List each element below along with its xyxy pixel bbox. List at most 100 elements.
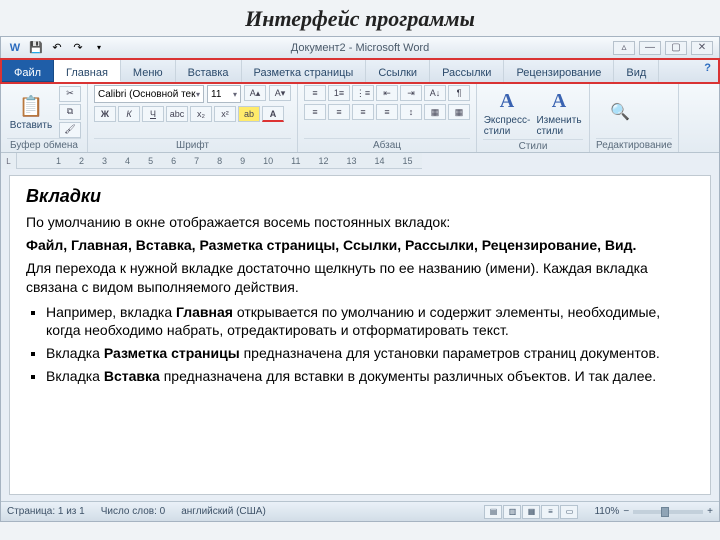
ruler-mark: 8 [217,156,222,166]
group-styles-label: Стили [483,139,583,152]
format-painter-icon[interactable]: 🖌 [59,122,81,138]
tab-review[interactable]: Рецензирование [504,59,614,82]
web-layout-icon[interactable]: ▦ [522,505,540,519]
underline-icon[interactable]: Ч [142,106,164,122]
tab-insert[interactable]: Вставка [176,59,242,82]
group-font: Calibri (Основной тек 11 A▴ A▾ Ж К Ч abc… [88,83,298,152]
ruler-mark: 4 [125,156,130,166]
window-title: Документ2 - Microsoft Word [113,42,607,54]
indent-right-icon[interactable]: ⇥ [400,85,422,101]
shrink-font-icon[interactable]: A▾ [269,85,291,101]
numbering-icon[interactable]: 1≡ [328,85,350,101]
borders-icon[interactable]: ▦ [448,104,470,120]
status-lang[interactable]: английский (США) [181,506,266,517]
justify-icon[interactable]: ≡ [376,104,398,120]
tab-file[interactable]: Файл [1,59,54,82]
doc-bullet-2: Вкладка Разметка страницы предназначена … [46,344,694,363]
paste-label: Вставить [10,120,52,131]
word-icon: W [7,40,23,56]
ribbon-tabs: Файл Главная Меню Вставка Разметка стран… [1,59,719,83]
quick-styles-icon: A [493,87,521,115]
zoom-slider[interactable] [633,510,703,514]
t: Вкладка [46,368,104,384]
tab-layout[interactable]: Разметка страницы [242,59,367,82]
status-page[interactable]: Страница: 1 из 1 [7,506,85,517]
find-button[interactable]: 🔍 [596,96,644,128]
ruler-mark: 15 [403,156,413,166]
close-button[interactable]: ✕ [691,41,713,55]
indent-left-icon[interactable]: ⇤ [376,85,398,101]
status-bar: Страница: 1 из 1 Число слов: 0 английски… [1,501,719,521]
doc-bullet-1: Например, вкладка Главная открывается по… [46,303,694,341]
ruler-mark: 2 [79,156,84,166]
ruler-corner-icon[interactable]: L [1,153,17,169]
group-font-label: Шрифт [94,138,291,151]
align-center-icon[interactable]: ≡ [328,104,350,120]
horizontal-ruler[interactable]: 1 2 3 4 5 6 7 8 9 10 11 12 13 14 15 [17,153,422,169]
ruler-mark: 14 [375,156,385,166]
cut-icon[interactable]: ✂ [59,86,81,102]
font-color-icon[interactable]: A [262,106,284,122]
copy-icon[interactable]: ⧉ [59,104,81,120]
print-layout-icon[interactable]: ▤ [484,505,502,519]
minimize-button[interactable]: — [639,41,661,55]
bullets-icon[interactable]: ≡ [304,85,326,101]
subscript-icon[interactable]: x₂ [190,106,212,122]
clipboard-icon: 📋 [17,92,45,120]
zoom-control: 110% − + [594,506,713,517]
group-paragraph: ≡ 1≡ ⋮≡ ⇤ ⇥ A↓ ¶ ≡ ≡ ≡ ≡ ↕ ▦ ▦ [298,83,477,152]
tab-links[interactable]: Ссылки [366,59,430,82]
ruler-bar: L 1 2 3 4 5 6 7 8 9 10 11 12 13 14 15 [1,153,719,169]
multilevel-icon[interactable]: ⋮≡ [352,85,374,101]
draft-icon[interactable]: ▭ [560,505,578,519]
title-bar: W 💾 ↶ ↷ ▾ Документ2 - Microsoft Word ▵ —… [1,37,719,59]
redo-icon[interactable]: ↷ [70,40,86,56]
t: Вкладка [46,345,104,361]
group-clipboard-label: Буфер обмена [7,138,81,151]
maximize-button[interactable]: ▢ [665,41,687,55]
tab-mailings[interactable]: Рассылки [430,59,504,82]
doc-p1: По умолчанию в окне отображается восемь … [26,213,694,232]
font-size-select[interactable]: 11 [207,85,241,103]
superscript-icon[interactable]: x² [214,106,236,122]
grow-font-icon[interactable]: A▴ [244,85,266,101]
ruler-mark: 1 [56,156,61,166]
ruler-mark: 9 [240,156,245,166]
outline-icon[interactable]: ≡ [541,505,559,519]
group-editing-label: Редактирование [596,138,672,151]
quick-styles-button[interactable]: A Экспресс-стили [483,85,531,139]
show-marks-icon[interactable]: ¶ [448,85,470,101]
group-styles: A Экспресс-стили A Изменить стили Стили [477,83,590,152]
zoom-out-icon[interactable]: − [623,506,629,517]
ruler-mark: 7 [194,156,199,166]
shading-icon[interactable]: ▦ [424,104,446,120]
undo-icon[interactable]: ↶ [49,40,65,56]
align-left-icon[interactable]: ≡ [304,104,326,120]
zoom-value[interactable]: 110% [594,506,619,517]
sort-icon[interactable]: A↓ [424,85,446,101]
tab-view[interactable]: Вид [614,59,659,82]
minimize-ribbon-icon[interactable]: ▵ [613,41,635,55]
tab-menu[interactable]: Меню [121,59,176,82]
quick-access-toolbar: W 💾 ↶ ↷ ▾ [1,40,113,56]
save-icon[interactable]: 💾 [28,40,44,56]
help-icon[interactable]: ? [696,59,719,82]
tab-home[interactable]: Главная [54,59,121,82]
font-name-select[interactable]: Calibri (Основной тек [94,85,204,103]
bold-icon[interactable]: Ж [94,106,116,122]
line-spacing-icon[interactable]: ↕ [400,104,422,120]
align-right-icon[interactable]: ≡ [352,104,374,120]
doc-p3: Для перехода к нужной вкладке достаточно… [26,259,694,297]
status-words[interactable]: Число слов: 0 [101,506,165,517]
highlight-icon[interactable]: ab [238,106,260,122]
word-window: W 💾 ↶ ↷ ▾ Документ2 - Microsoft Word ▵ —… [0,36,720,522]
qat-dropdown-icon[interactable]: ▾ [91,40,107,56]
zoom-in-icon[interactable]: + [707,506,713,517]
paste-button[interactable]: 📋 Вставить [7,90,55,133]
change-styles-button[interactable]: A Изменить стили [535,85,583,139]
full-screen-icon[interactable]: ▥ [503,505,521,519]
document-page[interactable]: Вкладки По умолчанию в окне отображается… [9,175,711,495]
strike-icon[interactable]: abc [166,106,188,122]
italic-icon[interactable]: К [118,106,140,122]
ruler-mark: 3 [102,156,107,166]
